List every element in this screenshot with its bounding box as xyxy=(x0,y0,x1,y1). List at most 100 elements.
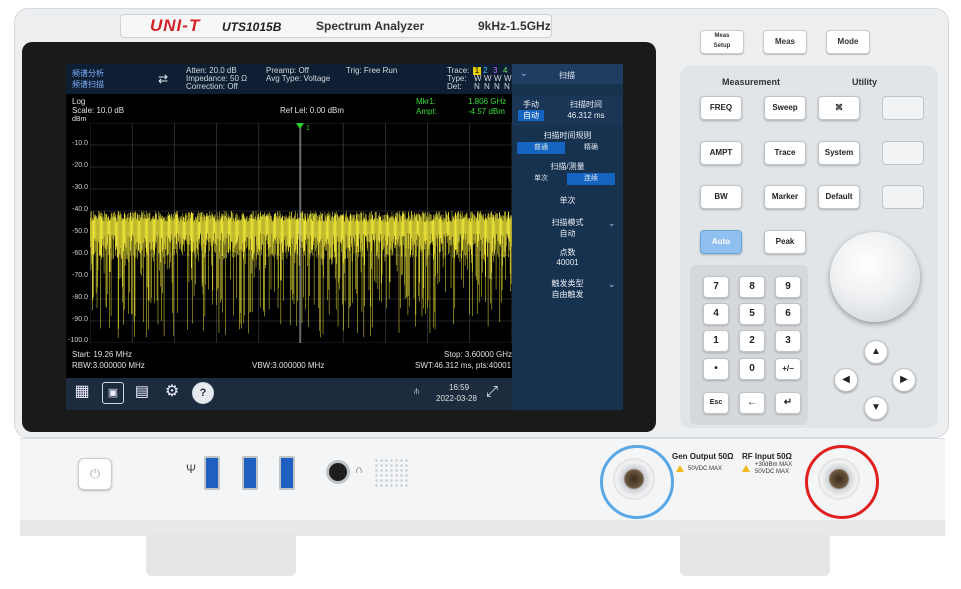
points-value: 40001 xyxy=(556,258,579,267)
utility-key-dim[interactable] xyxy=(882,185,924,209)
screenshot-key[interactable]: ⌘ xyxy=(818,96,860,120)
meas-button[interactable]: Meas xyxy=(763,30,807,54)
fullscreen-icon[interactable]: ⤢ xyxy=(486,383,498,400)
key-6[interactable]: 6 xyxy=(775,303,801,325)
key-esc[interactable]: Esc xyxy=(703,392,729,414)
scale-value: Scale: 10.0 dB xyxy=(72,106,125,115)
default-key[interactable]: Default xyxy=(818,185,860,209)
menu-title: 扫描 xyxy=(559,71,575,80)
key-5[interactable]: 5 xyxy=(739,303,765,325)
key-1[interactable]: 1 xyxy=(703,330,729,352)
marker-diamond[interactable] xyxy=(296,123,304,129)
ampt-key[interactable]: AMPT xyxy=(700,141,742,165)
brand-logo: UNI-T xyxy=(150,16,201,35)
mode-button[interactable]: Mode xyxy=(826,30,870,54)
y-tick-label: -20.0 xyxy=(72,162,88,169)
y-tick-label: -50.0 xyxy=(72,228,88,235)
utility-label: Utility xyxy=(852,77,878,87)
y-tick-label: -90.0 xyxy=(72,316,88,323)
device-title: Spectrum Analyzer xyxy=(316,19,425,33)
trace-key[interactable]: Trace xyxy=(764,141,806,165)
y-tick-label: -70.0 xyxy=(72,272,88,279)
display-screen: 频谱分析 频谱扫描 ⇄ Atten: 20.0 dB Impedance: 50… xyxy=(66,64,623,410)
usb-port[interactable] xyxy=(279,456,295,490)
key-backspace[interactable]: ← xyxy=(739,392,765,414)
y-tick-label: -60.0 xyxy=(72,250,88,257)
swap-icon[interactable]: ⇄ xyxy=(158,72,176,86)
speaker-grille xyxy=(374,458,408,488)
screenshot-icon[interactable]: ▣ xyxy=(102,382,124,404)
points-label[interactable]: 点数 xyxy=(512,247,623,258)
folder-icon[interactable]: ▤ xyxy=(132,382,152,402)
settings-icon[interactable]: ⚙ xyxy=(162,382,182,402)
power-button[interactable]: ⏻ xyxy=(78,458,112,490)
auto-option[interactable]: 自动 xyxy=(518,110,544,121)
stop-freq[interactable]: Stop: 3.60000 GHz xyxy=(444,350,512,359)
trace-detector: N xyxy=(504,82,510,91)
rf-input-max-dbm: +30dBm MAX xyxy=(755,462,793,468)
right-foot xyxy=(680,534,830,576)
vbw-value: VBW:3.000000 MHz xyxy=(252,361,325,370)
spectrum-plot[interactable]: 1 xyxy=(89,122,513,344)
mode-label[interactable]: 频谱分析 xyxy=(72,68,104,79)
rf-input-connector[interactable] xyxy=(818,458,860,500)
arrow-up-icon[interactable]: ▲ xyxy=(864,340,888,364)
utility-key-dim[interactable] xyxy=(882,96,924,120)
key-plus-minus[interactable]: +/− xyxy=(775,358,801,380)
continuous-option[interactable]: 连续 xyxy=(567,173,615,185)
sweep-key[interactable]: Sweep xyxy=(764,96,806,120)
sweep-time-label: 扫描时间 xyxy=(570,100,602,109)
trigger-type-label[interactable]: 触发类型 xyxy=(512,278,623,289)
single-option[interactable]: 单次 xyxy=(517,173,565,185)
auto-key[interactable]: Auto xyxy=(700,230,742,254)
key-9[interactable]: 9 xyxy=(775,276,801,298)
peak-key[interactable]: Peak xyxy=(764,230,806,254)
arrow-right-icon[interactable]: ▶ xyxy=(892,368,916,392)
spectrum-trace-svg: 1 xyxy=(89,122,513,344)
key-decimal[interactable]: • xyxy=(703,358,729,380)
avg-type-text: Avg Type: Voltage xyxy=(266,74,331,83)
clock-time: 16:59 xyxy=(449,383,470,392)
key-0[interactable]: 0 xyxy=(739,358,765,380)
trace-detector: N xyxy=(484,82,490,91)
start-freq[interactable]: Start: 19.26 MHz xyxy=(72,350,132,359)
manual-option[interactable]: 手动 xyxy=(518,99,544,110)
help-icon[interactable]: ? xyxy=(192,382,214,404)
marker-amplitude: -4.57 dBm xyxy=(468,107,505,116)
y-tick-label: -30.0 xyxy=(72,184,88,191)
key-4[interactable]: 4 xyxy=(703,303,729,325)
meas-setup-button[interactable]: Meas Setup xyxy=(700,30,744,54)
rotary-knob[interactable] xyxy=(830,232,920,322)
headphone-icon: ∩ xyxy=(355,464,363,476)
rule-accurate-option[interactable]: 精确 xyxy=(567,142,615,154)
chevron-down-icon[interactable]: ⌄ xyxy=(608,279,616,290)
ampt-label: Ampt: xyxy=(416,107,437,116)
marker-frequency: 1.806 GHz xyxy=(468,97,507,106)
marker-key[interactable]: Marker xyxy=(764,185,806,209)
freq-key[interactable]: FREQ xyxy=(700,96,742,120)
chevron-down-icon[interactable]: ⌄ xyxy=(608,218,616,229)
key-enter[interactable]: ↵ xyxy=(775,392,801,414)
rule-normal-option[interactable]: 普通 xyxy=(517,142,565,154)
single-sweep-button[interactable]: 单次 xyxy=(512,195,623,206)
system-key[interactable]: System xyxy=(818,141,860,165)
bw-key[interactable]: BW xyxy=(700,185,742,209)
sweep-time-points: SWT:46.312 ms, pts:40001 xyxy=(415,361,512,370)
warning-icon xyxy=(742,465,750,472)
arrow-left-icon[interactable]: ◀ xyxy=(834,368,858,392)
key-3[interactable]: 3 xyxy=(775,330,801,352)
key-7[interactable]: 7 xyxy=(703,276,729,298)
key-8[interactable]: 8 xyxy=(739,276,765,298)
submode-label[interactable]: 频谱扫描 xyxy=(72,79,104,90)
key-2[interactable]: 2 xyxy=(739,330,765,352)
utility-key-dim[interactable] xyxy=(882,141,924,165)
usb-port[interactable] xyxy=(204,456,220,490)
headphone-jack[interactable] xyxy=(326,460,350,484)
sweep-mode-label[interactable]: 扫描模式 xyxy=(512,217,623,228)
trace-detector: N xyxy=(494,82,500,91)
gen-output-connector[interactable] xyxy=(613,458,655,500)
arrow-down-icon[interactable]: ▼ xyxy=(864,396,888,420)
usb-port[interactable] xyxy=(242,456,258,490)
grid-icon[interactable]: ▦ xyxy=(72,382,92,402)
chevron-down-icon[interactable]: ⌄ xyxy=(520,68,528,79)
